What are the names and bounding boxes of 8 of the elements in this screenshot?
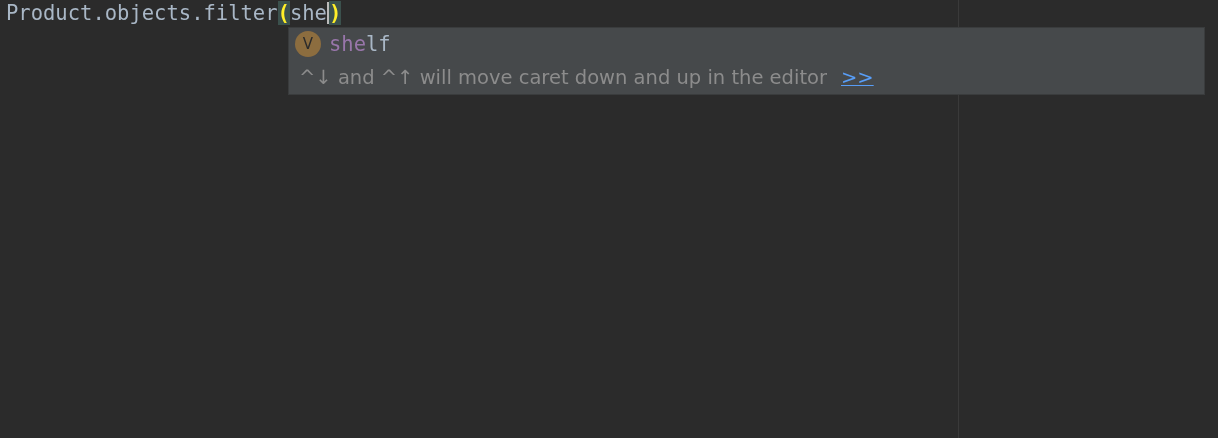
completion-item[interactable]: shelf (329, 32, 391, 56)
more-link[interactable]: >> (841, 65, 874, 89)
open-paren: ( (277, 1, 290, 25)
variable-badge: V (295, 31, 321, 57)
hint-text: ^↓ and ^↑ will move caret down and up in the editor (299, 65, 827, 89)
text-caret (326, 2, 329, 24)
code-text: Product.objects.filter (6, 1, 278, 25)
typed-text: she (289, 1, 327, 25)
